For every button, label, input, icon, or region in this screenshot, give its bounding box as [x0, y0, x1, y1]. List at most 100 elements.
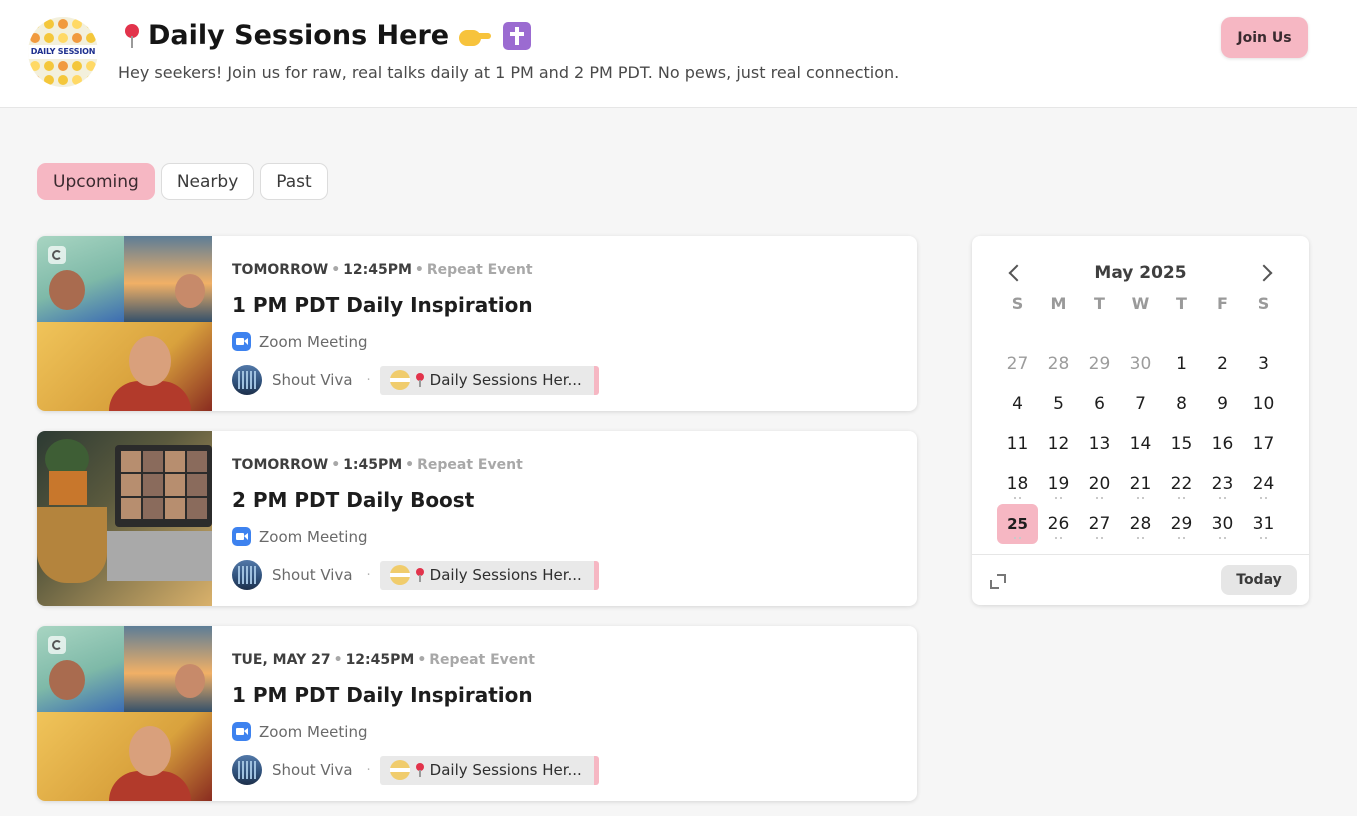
round-pushpin-icon [415, 762, 425, 778]
repeat-icon [48, 636, 66, 654]
weekday-label: M [1050, 294, 1067, 313]
round-pushpin-icon [122, 22, 142, 50]
calendar-day-today[interactable]: 25 [997, 504, 1038, 544]
event-card[interactable]: TOMORROW • 12:45PM • Repeat Event 1 PM PDT D… [37, 236, 917, 411]
calendar-day[interactable]: 6 [1079, 384, 1120, 424]
chevron-right-icon [1255, 264, 1273, 282]
calendar-day[interactable]: 7 [1120, 384, 1161, 424]
event-location: Zoom Meeting [232, 722, 368, 741]
round-pushpin-icon [415, 372, 425, 388]
separator-dot: · [366, 567, 371, 583]
calendar-chip-avatar [389, 370, 410, 390]
calendar-day[interactable]: 29 [1079, 344, 1120, 384]
calendar-chip-label: Daily Sessions Her... [429, 566, 582, 584]
calendar-day[interactable]: 14 [1120, 424, 1161, 464]
event-card[interactable]: TOMORROW • 1:45PM • Repeat Event 2 PM PDT Da… [37, 431, 917, 606]
calendar-avatar: DAILY SESSION [28, 17, 98, 87]
event-datetime: TOMORROW • 1:45PM • Repeat Event [232, 457, 523, 473]
calendar-header: DAILY SESSION Daily Sessions Here Hey se… [0, 0, 1357, 108]
avatar-label: DAILY SESSION [28, 45, 98, 59]
calendar-day[interactable]: 28 [1038, 344, 1079, 384]
calendar-nav: May 2025 [972, 260, 1309, 288]
event-title[interactable]: 1 PM PDT Daily Inspiration [232, 293, 533, 317]
zoom-video-icon [232, 332, 251, 351]
tab-past[interactable]: Past [260, 163, 328, 200]
calendar-day[interactable]: 22 [1161, 464, 1202, 504]
separator-dot: · [366, 372, 371, 388]
calendar-day[interactable]: 15 [1161, 424, 1202, 464]
calendar-day[interactable]: 19 [1038, 464, 1079, 504]
calendar-day[interactable]: 3 [1243, 344, 1284, 384]
event-location: Zoom Meeting [232, 527, 368, 546]
calendar-day[interactable]: 30 [1202, 504, 1243, 544]
calendar-day[interactable]: 9 [1202, 384, 1243, 424]
calendar-day[interactable]: 8 [1161, 384, 1202, 424]
event-location-text: Zoom Meeting [259, 332, 368, 351]
tab-nearby[interactable]: Nearby [160, 163, 255, 200]
calendar-day[interactable]: 11 [997, 424, 1038, 464]
event-title[interactable]: 1 PM PDT Daily Inspiration [232, 683, 533, 707]
event-host-row: Shout Viva · Daily Sessions Her... [232, 755, 599, 785]
calendar-day[interactable]: 5 [1038, 384, 1079, 424]
host-avatar [232, 560, 262, 590]
event-day: TOMORROW [232, 262, 329, 278]
calendar-day[interactable]: 17 [1243, 424, 1284, 464]
repeat-label: Repeat Event [429, 652, 535, 668]
calendar-day[interactable]: 20 [1079, 464, 1120, 504]
tab-upcoming[interactable]: Upcoming [37, 163, 155, 200]
event-thumbnail [37, 431, 212, 606]
event-time: 12:45PM [345, 652, 415, 668]
host-name[interactable]: Shout Viva [272, 371, 353, 389]
calendar-day[interactable]: 13 [1079, 424, 1120, 464]
calendar-day[interactable]: 12 [1038, 424, 1079, 464]
event-card[interactable]: TUE, MAY 27 • 12:45PM • Repeat Event 1 PM PD… [37, 626, 917, 801]
calendar-day[interactable]: 1 [1161, 344, 1202, 384]
calendar-chip[interactable]: Daily Sessions Her... [379, 365, 599, 395]
calendar-day[interactable]: 30 [1120, 344, 1161, 384]
calendar-day[interactable]: 4 [997, 384, 1038, 424]
host-name[interactable]: Shout Viva [272, 566, 353, 584]
event-time: 12:45PM [343, 262, 412, 278]
separator-dot: · [366, 762, 371, 778]
calendar-day[interactable]: 2 [1202, 344, 1243, 384]
calendar-day[interactable]: 27 [1079, 504, 1120, 544]
latin-cross-icon [503, 21, 532, 50]
weekday-label: T [1176, 294, 1187, 313]
join-us-button[interactable]: Join Us [1221, 17, 1308, 58]
calendar-chip-avatar [389, 760, 410, 780]
host-avatar [232, 755, 262, 785]
calendar-day[interactable]: 18 [997, 464, 1038, 504]
event-day: TOMORROW [232, 457, 329, 473]
event-location: Zoom Meeting [232, 332, 368, 351]
calendar-day[interactable]: 16 [1202, 424, 1243, 464]
event-host-row: Shout Viva · Daily Sessions Her... [232, 365, 599, 395]
calendar-day[interactable]: 28 [1120, 504, 1161, 544]
calendar-day[interactable]: 24 [1243, 464, 1284, 504]
calendar-chip[interactable]: Daily Sessions Her... [379, 755, 599, 785]
calendar-chip-label: Daily Sessions Her... [429, 761, 582, 779]
event-thumbnail [37, 626, 212, 801]
day-grid: 27 28 29 30 1 2 3 4 5 6 7 8 9 10 11 12 1… [997, 344, 1284, 544]
weekday-label: T [1094, 294, 1105, 313]
event-datetime: TOMORROW • 12:45PM • Repeat Event [232, 262, 533, 278]
repeat-icon [48, 246, 66, 264]
event-location-text: Zoom Meeting [259, 527, 368, 546]
expand-icon[interactable] [988, 572, 1006, 590]
pointing-hand-icon [459, 24, 492, 48]
host-avatar [232, 365, 262, 395]
calendar-day[interactable]: 27 [997, 344, 1038, 384]
next-month-button[interactable] [1253, 260, 1281, 288]
calendar-day[interactable]: 26 [1038, 504, 1079, 544]
calendar-day[interactable]: 29 [1161, 504, 1202, 544]
event-thumbnail [37, 236, 212, 411]
calendar-footer: Today [972, 554, 1309, 605]
calendar-day[interactable]: 10 [1243, 384, 1284, 424]
calendar-description: Hey seekers! Join us for raw, real talks… [118, 63, 900, 82]
calendar-day[interactable]: 31 [1243, 504, 1284, 544]
calendar-chip[interactable]: Daily Sessions Her... [379, 560, 599, 590]
calendar-day[interactable]: 23 [1202, 464, 1243, 504]
calendar-day[interactable]: 21 [1120, 464, 1161, 504]
event-title[interactable]: 2 PM PDT Daily Boost [232, 488, 474, 512]
host-name[interactable]: Shout Viva [272, 761, 353, 779]
today-button[interactable]: Today [1221, 565, 1297, 595]
